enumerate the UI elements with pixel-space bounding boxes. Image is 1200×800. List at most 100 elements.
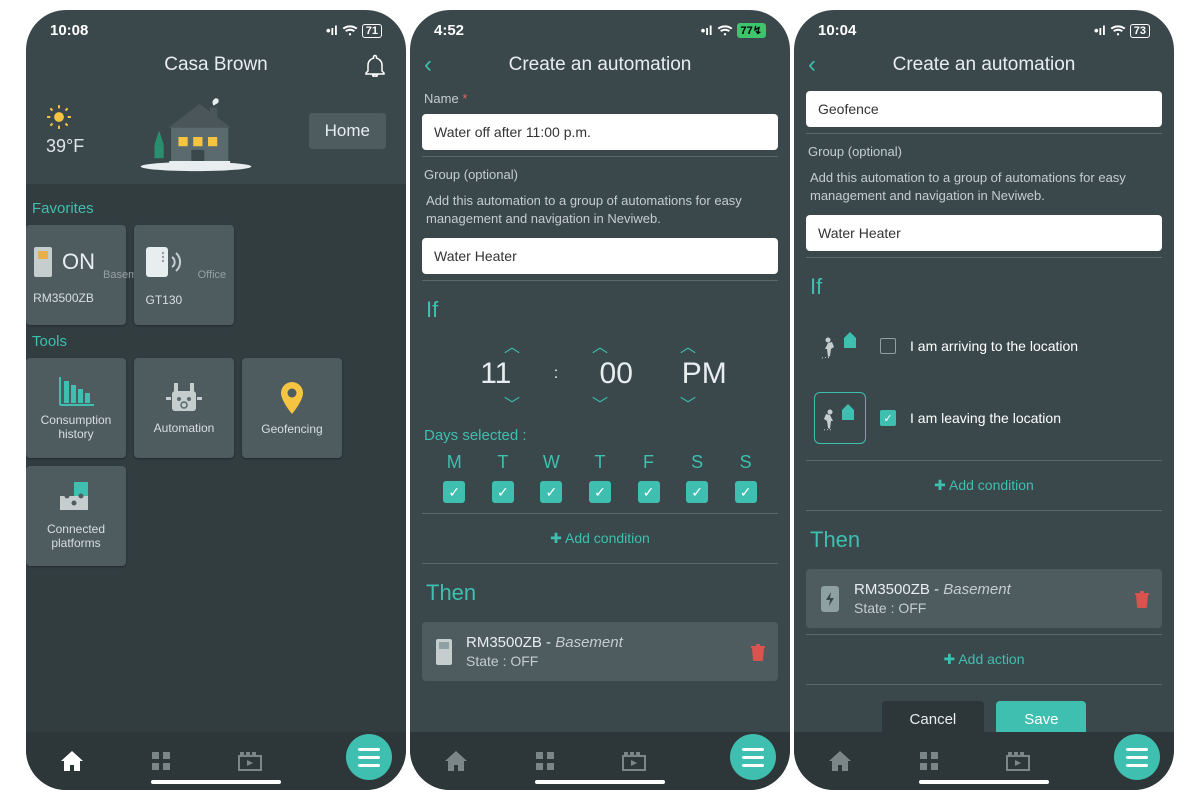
- group-label: Group (optional): [806, 140, 1162, 163]
- automation-geofence-screen: 10:04 •ıl 73 ‹ Create an automation Geofe…: [794, 10, 1174, 790]
- favorites-label: Favorites: [26, 192, 406, 225]
- cancel-button[interactable]: Cancel: [882, 701, 985, 732]
- house-icon: [136, 89, 256, 172]
- battery-icon: 77↯: [737, 23, 766, 38]
- day-checkbox[interactable]: ✓: [686, 481, 708, 503]
- day-checkbox[interactable]: ✓: [540, 481, 562, 503]
- day-checkbox[interactable]: ✓: [492, 481, 514, 503]
- device-icon: [434, 637, 454, 667]
- action-row[interactable]: RM3500ZB - BasementState : OFF: [806, 569, 1162, 628]
- save-button[interactable]: Save: [996, 701, 1086, 732]
- back-icon[interactable]: ‹: [424, 51, 432, 79]
- arrive-icon: [814, 320, 866, 372]
- tool-connected-platforms[interactable]: Connected platforms: [26, 466, 126, 566]
- group-label: Group (optional): [422, 163, 778, 186]
- if-label: If: [422, 287, 778, 333]
- clock: 4:52: [434, 22, 464, 39]
- favorite-device-rm3500zb[interactable]: ON RM3500ZB Basement: [26, 225, 126, 325]
- tab-scenes-icon[interactable]: [621, 750, 647, 772]
- group-input[interactable]: Water Heater: [806, 215, 1162, 251]
- automation-time-screen: 4:52 •ıl77↯ ‹ Create an automation Name …: [410, 10, 790, 790]
- then-label: Then: [806, 517, 1162, 563]
- wifi-icon: [717, 25, 733, 37]
- day-checkbox[interactable]: ✓: [735, 481, 757, 503]
- geofence-leave-row[interactable]: ✓ I am leaving the location: [806, 382, 1162, 454]
- leave-label: I am leaving the location: [910, 410, 1061, 426]
- time-picker[interactable]: 11: 00 PM: [422, 357, 778, 391]
- name-input[interactable]: Water off after 11:00 p.m.: [422, 114, 778, 150]
- wifi-icon: [342, 25, 358, 37]
- tab-home-icon[interactable]: [59, 749, 85, 773]
- leave-icon: [814, 392, 866, 444]
- clock: 10:08: [50, 22, 88, 39]
- status-bar: 10:08 •ıl 71: [26, 10, 406, 43]
- tab-home-icon[interactable]: [443, 749, 469, 773]
- sun-icon: [46, 104, 72, 130]
- signal-icon: •ıl: [326, 23, 338, 38]
- page-title: Create an automation: [893, 54, 1076, 76]
- chevron-down-icon[interactable]: ﹀: [658, 391, 718, 415]
- action-row[interactable]: RM3500ZB - BasementState : OFF: [422, 622, 778, 681]
- day-checkbox[interactable]: ✓: [443, 481, 465, 503]
- day-checkbox[interactable]: ✓: [638, 481, 660, 503]
- hero: 39°F Home: [26, 87, 406, 184]
- page-title: Create an automation: [509, 54, 692, 76]
- add-condition-link[interactable]: ✚ Add condition: [422, 520, 778, 557]
- tool-geofencing[interactable]: Geofencing: [242, 358, 342, 458]
- days-label: Days selected :: [422, 423, 778, 448]
- arrive-checkbox[interactable]: [880, 338, 896, 354]
- home-indicator: [919, 780, 1049, 784]
- add-condition-link[interactable]: ✚ Add condition: [806, 467, 1162, 504]
- device-icon: [818, 584, 842, 614]
- name-input[interactable]: Geofence: [806, 91, 1162, 127]
- trash-icon[interactable]: [750, 643, 766, 661]
- wifi-icon: [1110, 25, 1126, 37]
- then-label: Then: [422, 570, 778, 616]
- tab-grid-icon[interactable]: [918, 750, 940, 772]
- clock: 10:04: [818, 22, 856, 39]
- chevron-up-icon[interactable]: ︿: [658, 333, 718, 357]
- chevron-down-icon[interactable]: ﹀: [482, 391, 542, 415]
- signal-icon: •ıl: [701, 23, 713, 38]
- if-label: If: [806, 264, 1162, 310]
- menu-fab[interactable]: [730, 734, 776, 780]
- add-action-link[interactable]: ✚ Add action: [806, 641, 1162, 678]
- favorite-device-gt130[interactable]: GT130 Office: [134, 225, 234, 325]
- home-title: Casa Brown: [164, 54, 268, 76]
- tab-grid-icon[interactable]: [534, 750, 556, 772]
- tab-scenes-icon[interactable]: [237, 750, 263, 772]
- name-label: Name: [424, 91, 459, 106]
- temperature: 39°F: [46, 136, 84, 157]
- tool-automation[interactable]: Automation: [134, 358, 234, 458]
- home-mode-button[interactable]: Home: [309, 113, 386, 149]
- day-checkbox[interactable]: ✓: [589, 481, 611, 503]
- group-hint: Add this automation to a group of automa…: [422, 186, 778, 234]
- tab-home-icon[interactable]: [827, 749, 853, 773]
- chevron-up-icon[interactable]: ︿: [570, 333, 630, 357]
- tools-label: Tools: [26, 325, 406, 358]
- menu-fab[interactable]: [346, 734, 392, 780]
- required-icon: *: [462, 91, 467, 106]
- menu-fab[interactable]: [1114, 734, 1160, 780]
- back-icon[interactable]: ‹: [808, 51, 816, 79]
- tab-grid-icon[interactable]: [150, 750, 172, 772]
- tab-scenes-icon[interactable]: [1005, 750, 1031, 772]
- home-screen: 10:08 •ıl 71 Casa Brown 39°F: [26, 10, 406, 790]
- chevron-down-icon[interactable]: ﹀: [570, 391, 630, 415]
- battery-icon: 71: [362, 24, 382, 38]
- battery-icon: 73: [1130, 24, 1150, 38]
- days-row: MTWTFSS: [422, 448, 778, 477]
- geofence-arrive-row[interactable]: I am arriving to the location: [806, 310, 1162, 382]
- tabbar: [26, 732, 406, 790]
- tool-consumption[interactable]: Consumption history: [26, 358, 126, 458]
- trash-icon[interactable]: [1134, 590, 1150, 608]
- arrive-label: I am arriving to the location: [910, 338, 1078, 354]
- group-input[interactable]: Water Heater: [422, 238, 778, 274]
- signal-icon: •ıl: [1094, 23, 1106, 38]
- chevron-up-icon[interactable]: ︿: [482, 333, 542, 357]
- status-bar: 4:52 •ıl 77↯: [410, 10, 790, 43]
- bell-icon[interactable]: [364, 53, 386, 77]
- group-hint: Add this automation to a group of automa…: [806, 163, 1162, 211]
- leave-checkbox[interactable]: ✓: [880, 410, 896, 426]
- home-indicator: [535, 780, 665, 784]
